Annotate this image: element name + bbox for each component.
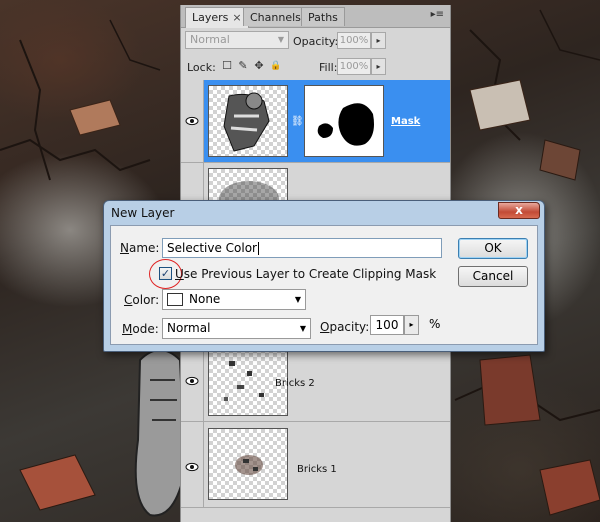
opacity-field[interactable]: 100% xyxy=(337,32,371,49)
clipping-mask-label[interactable]: Use Previous Layer to Create Clipping Ma… xyxy=(175,267,436,281)
opacity-label-rest: pacity: xyxy=(329,320,370,334)
mode-label-key: M xyxy=(122,322,133,336)
color-value: None xyxy=(189,292,221,306)
mode-label-rest: ode: xyxy=(132,322,159,336)
opacity-slider-arrow-icon[interactable]: ▸ xyxy=(404,315,419,335)
fill-slider-arrow-icon[interactable]: ▸ xyxy=(371,58,386,75)
blend-mode-select[interactable]: Normal ▼ xyxy=(185,31,289,49)
tab-close-icon[interactable]: × xyxy=(232,11,241,24)
lock-move-icon[interactable]: ✥ xyxy=(253,60,265,72)
layer-thumbnail xyxy=(208,428,288,500)
layer-mask-thumbnail[interactable] xyxy=(304,85,384,157)
name-label-key: N xyxy=(120,241,129,255)
layer-name-value: Selective Color xyxy=(167,241,257,255)
opacity-input[interactable]: 100 xyxy=(370,315,404,335)
mode-select[interactable]: Normal ▼ xyxy=(162,318,311,339)
layer-row-mask[interactable]: ⛓ Mask xyxy=(181,80,450,163)
bricks-thumbnail-art xyxy=(235,455,263,475)
color-label-rest: olor: xyxy=(132,293,160,307)
mask-shape-art xyxy=(317,103,374,146)
layer-row-bricks-1[interactable]: Bricks 1 xyxy=(181,422,450,508)
text-caret xyxy=(257,242,259,255)
visibility-cell[interactable] xyxy=(181,346,204,421)
tab-layers[interactable]: Layers × xyxy=(185,7,249,28)
eye-icon[interactable] xyxy=(185,462,199,472)
dialog-title: New Layer xyxy=(111,206,175,220)
lock-label: Lock: xyxy=(187,61,216,74)
dialog-body: Name: Selective Color ✓ Use Previous Lay… xyxy=(110,225,538,345)
color-select[interactable]: None ▼ xyxy=(162,289,306,310)
name-label: Name: xyxy=(120,241,159,255)
layer-name-input[interactable]: Selective Color xyxy=(162,238,442,258)
tab-paths-label: Paths xyxy=(308,11,338,24)
visibility-cell[interactable] xyxy=(181,422,204,507)
opacity-slider-arrow-icon[interactable]: ▸ xyxy=(371,32,386,49)
layer-name[interactable]: Bricks 2 xyxy=(275,378,315,389)
close-icon[interactable]: x xyxy=(498,202,540,219)
panel-menu-icon[interactable]: ▸≡ xyxy=(431,9,444,20)
color-label: Color: xyxy=(124,293,159,307)
mode-label: Mode: xyxy=(122,322,159,336)
chevron-down-icon: ▼ xyxy=(294,295,301,304)
tab-layers-label: Layers xyxy=(192,11,229,24)
chevron-down-icon: ▼ xyxy=(299,324,306,333)
eye-icon[interactable] xyxy=(185,376,199,386)
chevron-down-icon: ▼ xyxy=(277,35,284,44)
figure-thumbnail-art xyxy=(223,92,270,152)
mode-value: Normal xyxy=(167,321,211,335)
fill-field[interactable]: 100% xyxy=(337,58,371,75)
opacity-label: Opacity: xyxy=(320,320,369,334)
layer-name[interactable]: Bricks 1 xyxy=(297,464,337,475)
opacity-label: Opacity: xyxy=(293,35,339,48)
ok-button[interactable]: OK xyxy=(458,238,528,259)
clipping-mask-label-key: U xyxy=(175,267,184,281)
blend-mode-value: Normal xyxy=(190,33,230,46)
blend-row: Normal ▼ Opacity: 100% ▸ xyxy=(181,28,450,54)
layer-thumbnail xyxy=(208,85,288,157)
tab-channels-label: Channels xyxy=(250,11,301,24)
name-label-rest: ame: xyxy=(128,241,160,255)
lock-all-icon[interactable]: 🔒 xyxy=(270,60,282,72)
fill-label: Fill: xyxy=(319,61,338,74)
clipping-mask-label-rest: se Previous Layer to Create Clipping Mas… xyxy=(183,267,437,281)
tab-channels[interactable]: Channels xyxy=(243,7,308,26)
tab-paths[interactable]: Paths xyxy=(301,7,345,26)
opacity-unit: % xyxy=(429,317,441,331)
lock-row: Lock: ☐ ✎ ✥ 🔒 Fill: 100% ▸ xyxy=(181,54,450,81)
chain-link-icon[interactable]: ⛓ xyxy=(291,116,304,127)
lock-transparency-icon[interactable]: ☐ xyxy=(221,60,233,72)
eye-icon[interactable] xyxy=(185,116,199,126)
clipping-mask-checkbox[interactable]: ✓ xyxy=(159,267,172,280)
visibility-cell[interactable] xyxy=(181,80,204,162)
cancel-button[interactable]: Cancel xyxy=(458,266,528,287)
color-swatch xyxy=(167,293,183,306)
new-layer-dialog: New Layer x Name: Selective Color ✓ Use … xyxy=(103,200,545,352)
layer-row-bricks-2[interactable]: Bricks 2 xyxy=(181,346,450,422)
lock-paint-icon[interactable]: ✎ xyxy=(237,60,249,72)
layer-name[interactable]: Mask xyxy=(391,116,420,127)
panel-tab-bar: Layers × Channels Paths ▸≡ xyxy=(181,5,450,28)
